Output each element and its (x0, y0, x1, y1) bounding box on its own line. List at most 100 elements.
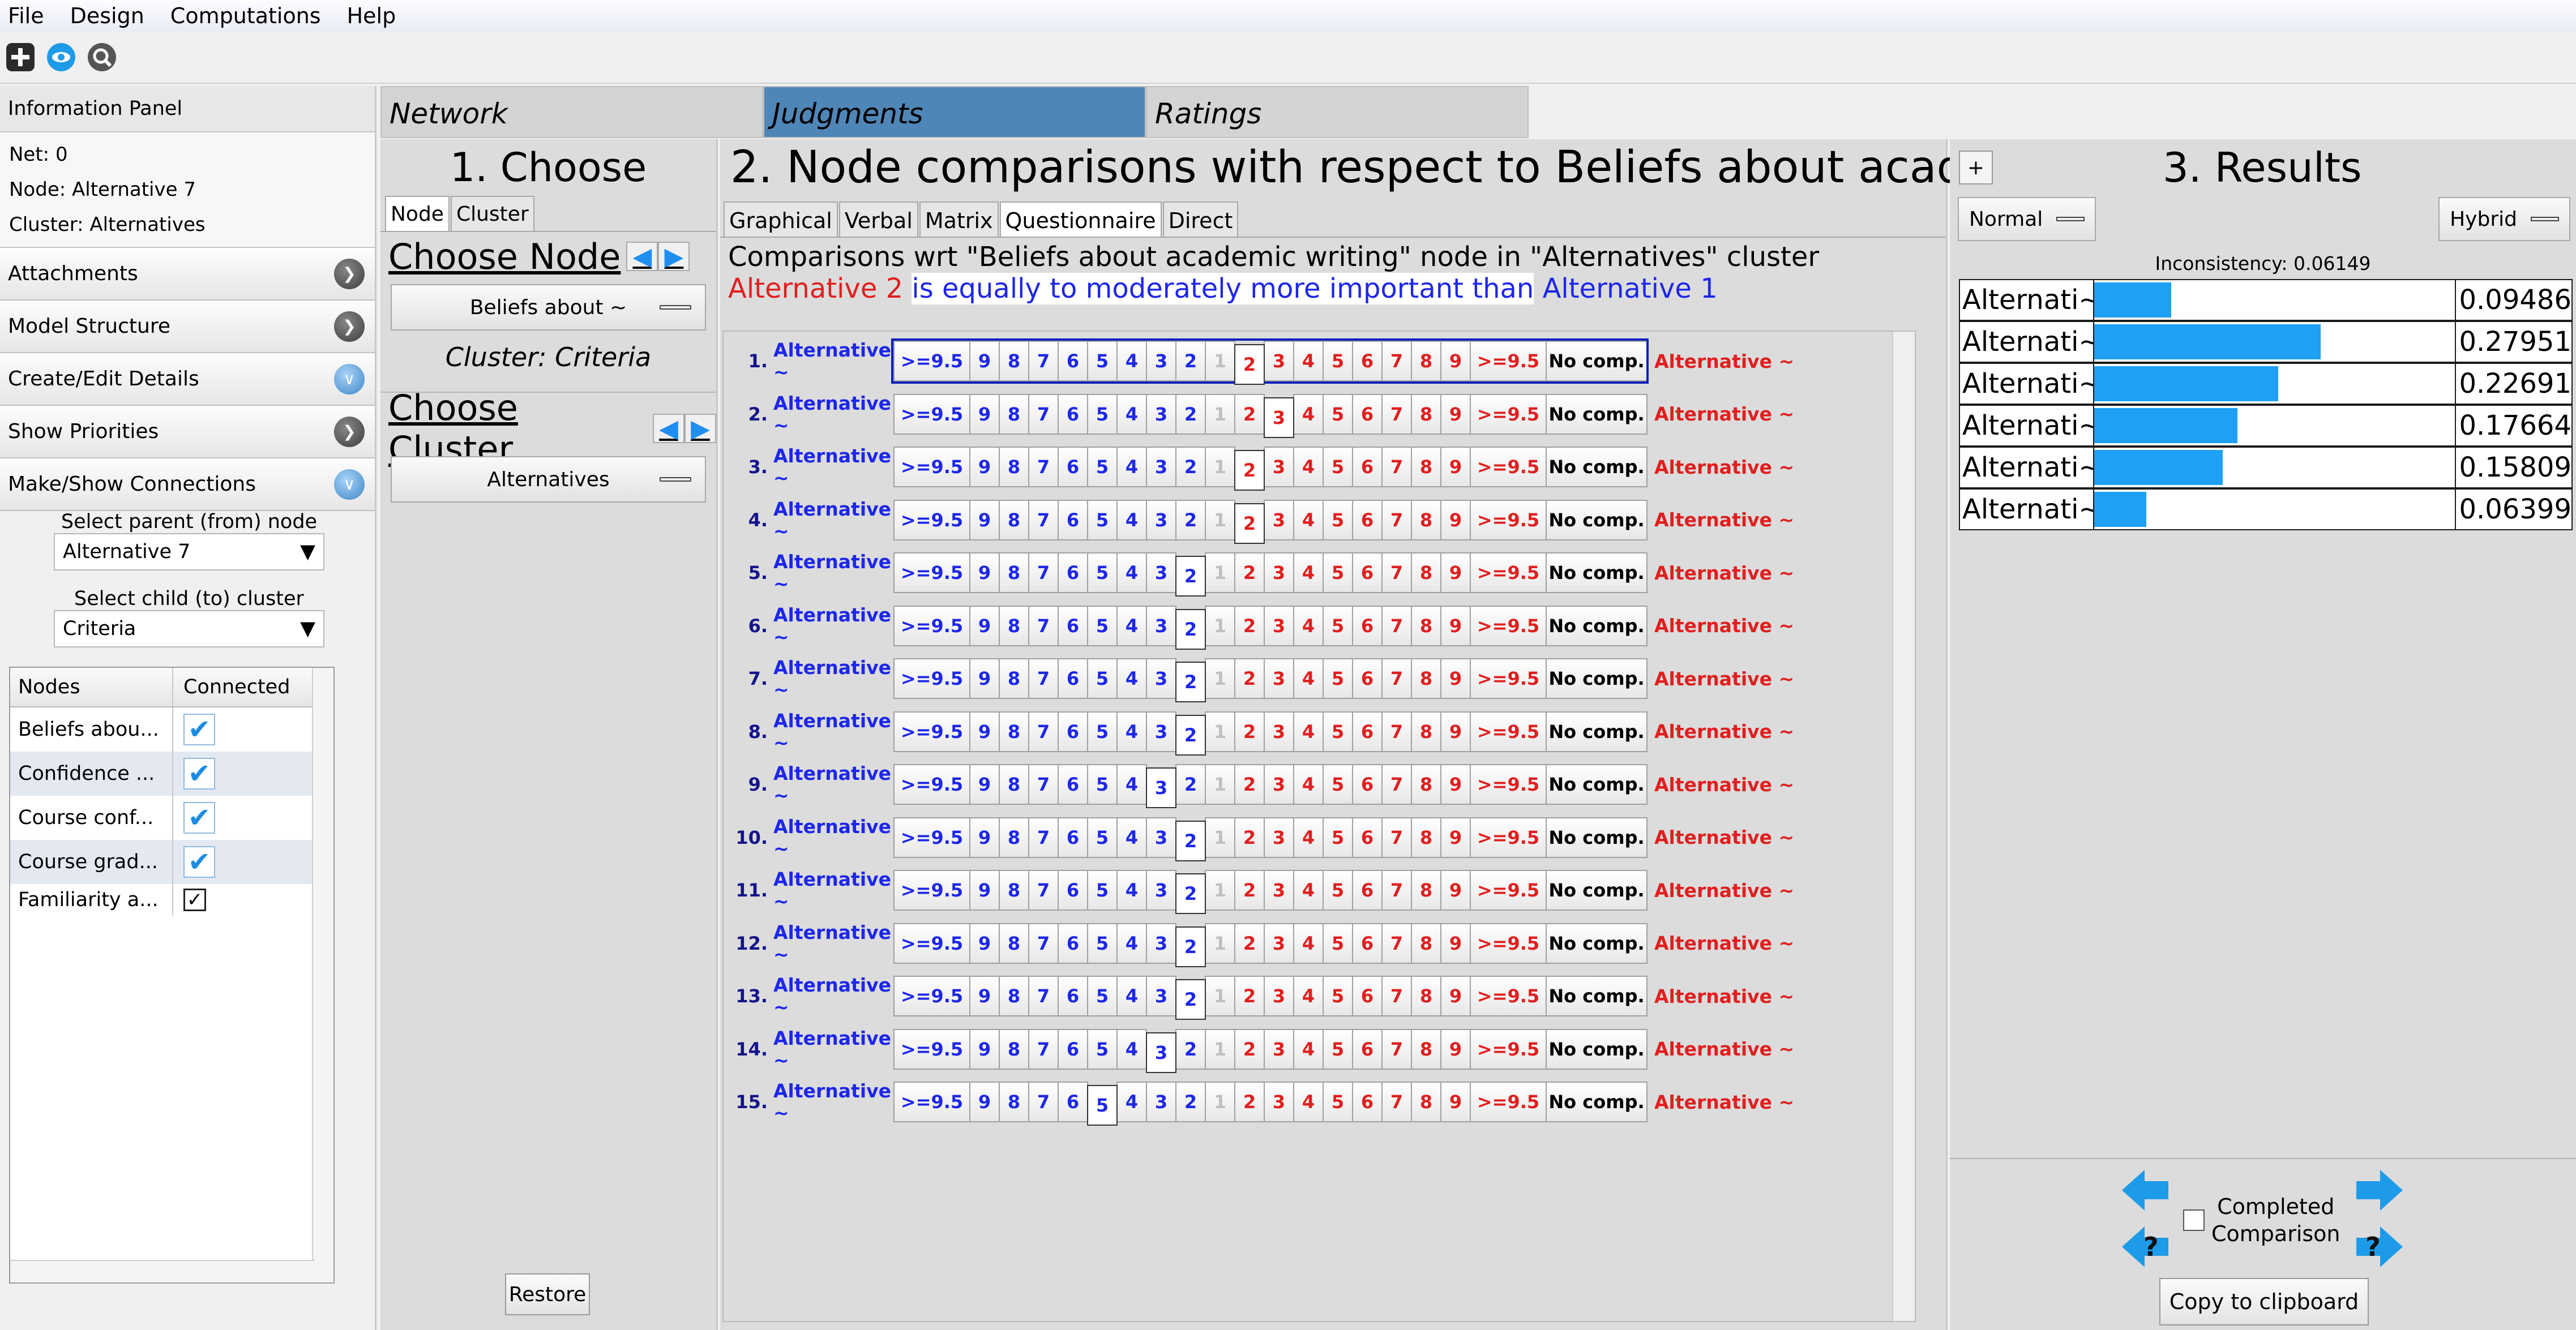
scale-cell[interactable]: 2 (1175, 393, 1206, 435)
scale-cell[interactable]: 4 (1293, 1082, 1324, 1122)
scale-cell[interactable]: 6 (1058, 552, 1088, 593)
scale-cell[interactable]: 5 (1323, 499, 1353, 540)
scale-cell[interactable]: 6 (1352, 711, 1383, 752)
scale-cell[interactable]: 5 (1323, 552, 1353, 593)
scale-cell[interactable]: >=9.5 (893, 870, 970, 911)
scale-cell[interactable]: 2 (1234, 658, 1265, 699)
scale-cell[interactable]: 5 (1087, 605, 1118, 646)
scale-cell[interactable]: >=9.5 (893, 711, 970, 752)
connected-checkbox[interactable]: ✓ (183, 889, 206, 911)
tab-direct[interactable]: Direct (1162, 201, 1239, 237)
scale-cell[interactable]: 1 (1205, 499, 1235, 540)
scale-cell[interactable]: 3 (1264, 552, 1294, 593)
scale-cell[interactable]: 8 (999, 870, 1029, 911)
scale-cell[interactable]: 4 (1116, 499, 1147, 540)
completed-checkbox[interactable] (2183, 1209, 2205, 1231)
scale-cell[interactable]: 8 (1411, 393, 1441, 435)
normal-dropdown[interactable]: Normal (1958, 197, 2096, 241)
tab-graphical[interactable]: Graphical (724, 201, 838, 237)
scale-cell[interactable]: 4 (1293, 341, 1324, 381)
scale-cell[interactable]: 3 (1146, 711, 1176, 752)
scale-cell[interactable]: 9 (969, 658, 1000, 699)
vertical-scrollbar[interactable] (312, 668, 333, 1282)
no-comparison-button[interactable]: No comp. (1546, 605, 1648, 646)
hybrid-dropdown[interactable]: Hybrid (2438, 197, 2570, 241)
scale-cell[interactable]: 8 (1411, 605, 1441, 646)
copy-to-clipboard-button[interactable]: Copy to clipboard (2159, 1278, 2369, 1325)
scale-cell[interactable]: 5 (1087, 341, 1118, 381)
child-cluster-select[interactable]: Criteria ▼ (54, 610, 324, 647)
scale-cell[interactable]: 3 (1146, 976, 1176, 1016)
scale-cell[interactable]: >=9.5 (1470, 1028, 1547, 1070)
scale-cell[interactable]: >=9.5 (893, 341, 970, 381)
scale-cell[interactable]: >=9.5 (1470, 764, 1547, 805)
scale-cell[interactable]: >=9.5 (1470, 923, 1547, 964)
scale-cell[interactable]: 4 (1293, 393, 1324, 435)
scale-cell[interactable]: >=9.5 (1470, 1082, 1547, 1122)
scale-cell[interactable]: 3 (1264, 499, 1294, 540)
scale-cell[interactable]: 5 (1323, 1082, 1353, 1122)
scale-cell[interactable]: 1 (1205, 870, 1235, 911)
scale-cell[interactable]: 4 (1116, 447, 1147, 487)
scale-cell[interactable]: 4 (1293, 976, 1324, 1016)
view-eye-icon[interactable] (45, 41, 77, 73)
scale-cell[interactable]: 4 (1293, 658, 1324, 699)
scale-cell[interactable]: 6 (1352, 341, 1383, 381)
connected-checkbox[interactable]: ✔ (183, 846, 215, 878)
scale-cell[interactable]: 9 (1440, 764, 1471, 805)
scale-cell[interactable]: 3 (1146, 393, 1176, 435)
no-comparison-button[interactable]: No comp. (1546, 764, 1648, 805)
selected-scale-cell[interactable]: 5 (1087, 1085, 1118, 1126)
scale-cell[interactable]: 9 (1440, 817, 1471, 858)
scale-cell[interactable]: 8 (1411, 764, 1441, 805)
scale-cell[interactable]: 9 (969, 1028, 1000, 1070)
scale-cell[interactable]: 9 (969, 923, 1000, 964)
scale-cell[interactable]: 4 (1116, 341, 1147, 381)
column-header-nodes[interactable]: Nodes (10, 668, 173, 706)
scale-cell[interactable]: 1 (1205, 711, 1235, 752)
scale-cell[interactable]: 4 (1116, 764, 1147, 805)
scale-cell[interactable]: 7 (1028, 1082, 1059, 1122)
accordion-model-structure[interactable]: Model Structure ❯ (0, 301, 375, 353)
scale-cell[interactable]: 5 (1323, 711, 1353, 752)
scale-cell[interactable]: 4 (1116, 552, 1147, 593)
selected-scale-cell[interactable]: 2 (1175, 556, 1206, 597)
scale-cell[interactable]: >=9.5 (1470, 711, 1547, 752)
scale-cell[interactable]: 8 (999, 605, 1029, 646)
scale-cell[interactable]: 2 (1234, 870, 1265, 911)
scale-cell[interactable]: 7 (1028, 447, 1059, 487)
no-comparison-button[interactable]: No comp. (1546, 1082, 1648, 1122)
accordion-attachments[interactable]: Attachments ❯ (0, 248, 375, 301)
scale-cell[interactable]: 7 (1028, 711, 1059, 752)
scale-cell[interactable]: 4 (1116, 1082, 1147, 1122)
scale-cell[interactable]: 1 (1205, 552, 1235, 593)
scale-cell[interactable]: 3 (1264, 711, 1294, 752)
scale-cell[interactable]: 4 (1293, 1028, 1324, 1070)
scale-cell[interactable]: 2 (1175, 447, 1206, 487)
scale-cell[interactable]: 7 (1028, 764, 1059, 805)
scale-cell[interactable]: 3 (1146, 341, 1176, 381)
scale-cell[interactable]: 4 (1116, 976, 1147, 1016)
scale-cell[interactable]: 7 (1381, 923, 1412, 964)
scale-cell[interactable]: 7 (1028, 923, 1059, 964)
scale-cell[interactable]: 2 (1175, 764, 1206, 805)
scale-cell[interactable]: >=9.5 (1470, 870, 1547, 911)
scale-cell[interactable]: 6 (1352, 393, 1383, 435)
scale-cell[interactable]: 5 (1087, 817, 1118, 858)
scale-cell[interactable]: 3 (1264, 870, 1294, 911)
scale-cell[interactable]: 6 (1058, 393, 1088, 435)
scale-cell[interactable]: 7 (1381, 658, 1412, 699)
scale-cell[interactable]: 4 (1293, 764, 1324, 805)
scale-cell[interactable]: 2 (1175, 1028, 1206, 1070)
scale-cell[interactable]: 3 (1264, 817, 1294, 858)
scale-cell[interactable]: 3 (1264, 976, 1294, 1016)
scale-cell[interactable]: 4 (1116, 923, 1147, 964)
scale-cell[interactable]: 3 (1264, 447, 1294, 487)
scale-cell[interactable]: 7 (1028, 605, 1059, 646)
scale-cell[interactable]: 7 (1028, 976, 1059, 1016)
scale-cell[interactable]: 2 (1234, 605, 1265, 646)
scale-cell[interactable]: 9 (1440, 605, 1471, 646)
scale-cell[interactable]: 7 (1028, 817, 1059, 858)
scale-cell[interactable]: 1 (1205, 393, 1235, 435)
scale-cell[interactable]: 8 (999, 1082, 1029, 1122)
